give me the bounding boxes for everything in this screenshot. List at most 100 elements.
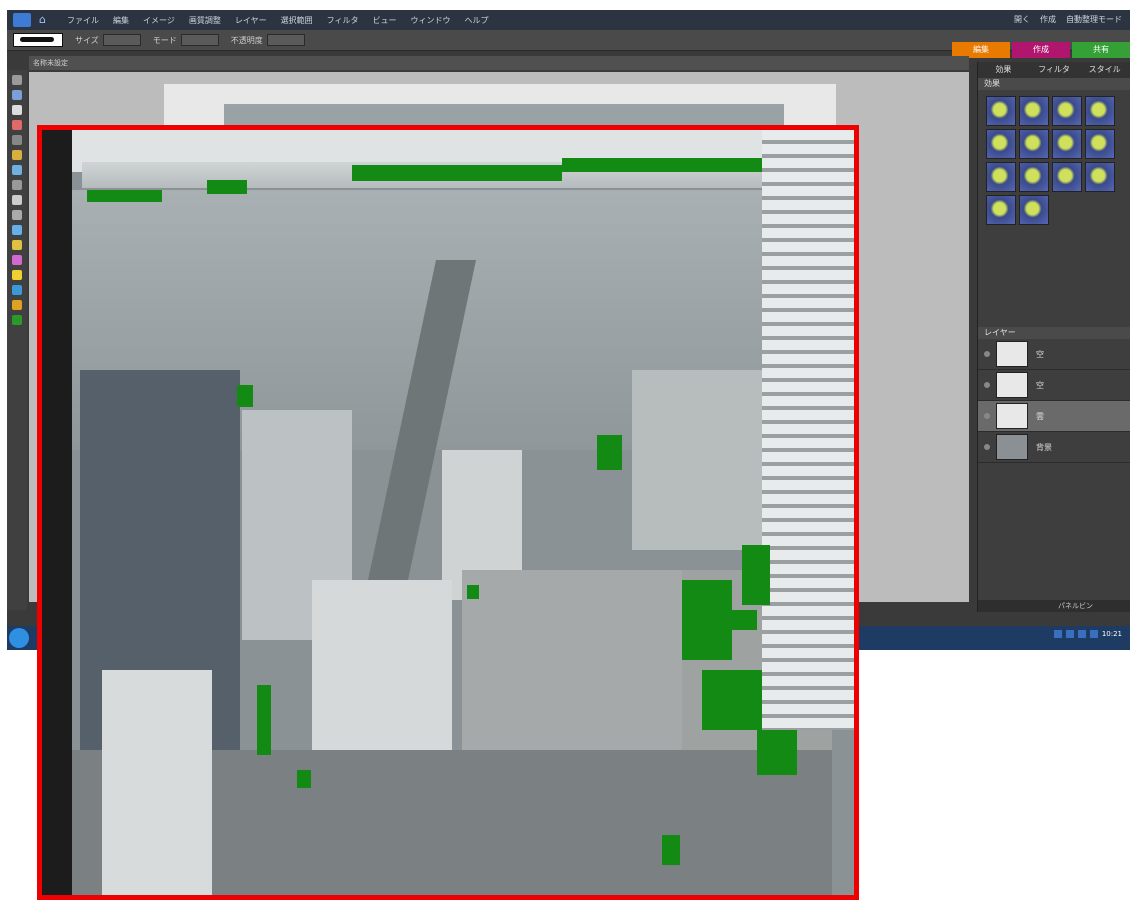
tab-share[interactable]: 共有: [1072, 42, 1130, 58]
effect-swatch[interactable]: [1019, 162, 1049, 192]
tab-create[interactable]: 作成: [1012, 42, 1070, 58]
type-tool-icon[interactable]: [12, 195, 22, 205]
opacity-field[interactable]: [266, 34, 305, 46]
inset-rooftop: [312, 580, 452, 750]
effect-swatch[interactable]: [986, 162, 1016, 192]
effect-swatch[interactable]: [1085, 162, 1115, 192]
layer-row[interactable]: 空: [978, 339, 1130, 370]
menu-filter[interactable]: フィルタ: [327, 15, 359, 26]
selection-brush-icon[interactable]: [12, 180, 22, 190]
home-icon[interactable]: ⌂: [39, 14, 53, 26]
toolbox: [7, 70, 27, 610]
visibility-eye-icon[interactable]: [984, 413, 990, 419]
effect-swatch[interactable]: [1019, 195, 1049, 225]
menu-image[interactable]: イメージ: [143, 15, 175, 26]
zoom-tool-icon[interactable]: [12, 90, 22, 100]
effect-swatch[interactable]: [1019, 96, 1049, 126]
foreground-color-swatch[interactable]: [12, 315, 22, 325]
paint-bucket-icon[interactable]: [12, 270, 22, 280]
tray-icon[interactable]: [1077, 630, 1086, 638]
menu-layer[interactable]: レイヤー: [235, 15, 267, 26]
menu-window[interactable]: ウィンドウ: [410, 15, 450, 26]
effects-grid: [978, 90, 1130, 231]
green-mask-stroke: [562, 158, 762, 172]
effect-swatch[interactable]: [1052, 129, 1082, 159]
clock: 10:21: [1101, 630, 1122, 638]
effect-swatch[interactable]: [986, 195, 1016, 225]
document-tab[interactable]: 名称未設定: [29, 56, 969, 70]
visibility-eye-icon[interactable]: [984, 351, 990, 357]
zoomed-image-inset: [37, 125, 859, 900]
tab-styles[interactable]: スタイル: [1079, 62, 1130, 78]
green-mask-stroke: [352, 165, 562, 181]
layer-row-selected[interactable]: 雲: [978, 401, 1130, 432]
effect-swatch[interactable]: [986, 129, 1016, 159]
effects-header: 効果: [978, 78, 1130, 90]
organizer-button[interactable]: 自動整理モード: [1066, 14, 1122, 25]
green-mask-stroke: [662, 835, 680, 865]
layer-row[interactable]: 空: [978, 370, 1130, 401]
panel-bin: 効果 フィルタ スタイル 効果 レイヤー 空 空 雲 背景 パネルビン: [977, 62, 1130, 612]
move-tool-icon[interactable]: [12, 75, 22, 85]
size-field[interactable]: [102, 34, 141, 46]
shape-tool-icon[interactable]: [12, 300, 22, 310]
tab-filters[interactable]: フィルタ: [1029, 62, 1080, 78]
mode-tabs: 編集 作成 共有: [952, 42, 1130, 58]
green-mask-stroke: [207, 180, 247, 194]
lasso-tool-icon[interactable]: [12, 150, 22, 160]
menu-file[interactable]: ファイル: [67, 15, 99, 26]
green-mask-stroke: [87, 190, 162, 202]
green-mask-stroke: [732, 610, 757, 630]
green-mask-stroke: [257, 685, 271, 755]
layer-thumbnail: [996, 341, 1028, 367]
green-mask-stroke: [702, 670, 762, 730]
menu-view[interactable]: ビュー: [372, 15, 396, 26]
brush-tool-icon[interactable]: [12, 240, 22, 250]
mode-label: モード: [152, 35, 177, 45]
layer-row[interactable]: 背景: [978, 432, 1130, 463]
tray-icon[interactable]: [1065, 630, 1074, 638]
crop-tool-icon[interactable]: [12, 210, 22, 220]
menu-edit[interactable]: 編集: [113, 15, 129, 26]
mode-select[interactable]: [180, 34, 219, 46]
layer-name: 雲: [1036, 411, 1044, 421]
layer-thumbnail: [996, 434, 1028, 460]
brush-preview[interactable]: [13, 33, 63, 47]
system-tray: 10:21: [1053, 630, 1122, 638]
app-logo-icon: [13, 13, 31, 27]
menu-enhance[interactable]: 画質調整: [189, 15, 221, 26]
menu-help[interactable]: ヘルプ: [464, 15, 488, 26]
panel-bin-footer[interactable]: パネルビン: [978, 600, 1130, 612]
hand-tool-icon[interactable]: [12, 105, 22, 115]
inset-building: [632, 370, 772, 550]
effect-swatch[interactable]: [1085, 96, 1115, 126]
visibility-eye-icon[interactable]: [984, 444, 990, 450]
effect-swatch[interactable]: [1052, 96, 1082, 126]
green-mask-stroke: [682, 580, 732, 660]
magic-wand-tool-icon[interactable]: [12, 165, 22, 175]
effect-swatch[interactable]: [986, 96, 1016, 126]
redeye-tool-icon[interactable]: [12, 225, 22, 235]
layers-header: レイヤー: [978, 327, 1130, 339]
open-button[interactable]: 開く: [1014, 14, 1030, 25]
create-button[interactable]: 作成: [1040, 14, 1056, 25]
tray-icon[interactable]: [1053, 630, 1062, 638]
layer-name: 背景: [1036, 442, 1052, 452]
layer-thumbnail: [996, 403, 1028, 429]
inset-building: [102, 670, 212, 895]
visibility-eye-icon[interactable]: [984, 382, 990, 388]
effect-swatch[interactable]: [1052, 162, 1082, 192]
marquee-tool-icon[interactable]: [12, 135, 22, 145]
eraser-tool-icon[interactable]: [12, 255, 22, 265]
eyedropper-tool-icon[interactable]: [12, 120, 22, 130]
green-mask-stroke: [297, 770, 311, 788]
effect-swatch[interactable]: [1085, 129, 1115, 159]
tray-icon[interactable]: [1089, 630, 1098, 638]
green-mask-stroke: [237, 385, 253, 407]
effect-swatch[interactable]: [1019, 129, 1049, 159]
gradient-tool-icon[interactable]: [12, 285, 22, 295]
inset-window-frame: [42, 130, 72, 895]
tab-effects[interactable]: 効果: [978, 62, 1029, 78]
menu-select[interactable]: 選択範囲: [281, 15, 313, 26]
start-button[interactable]: [9, 628, 29, 648]
